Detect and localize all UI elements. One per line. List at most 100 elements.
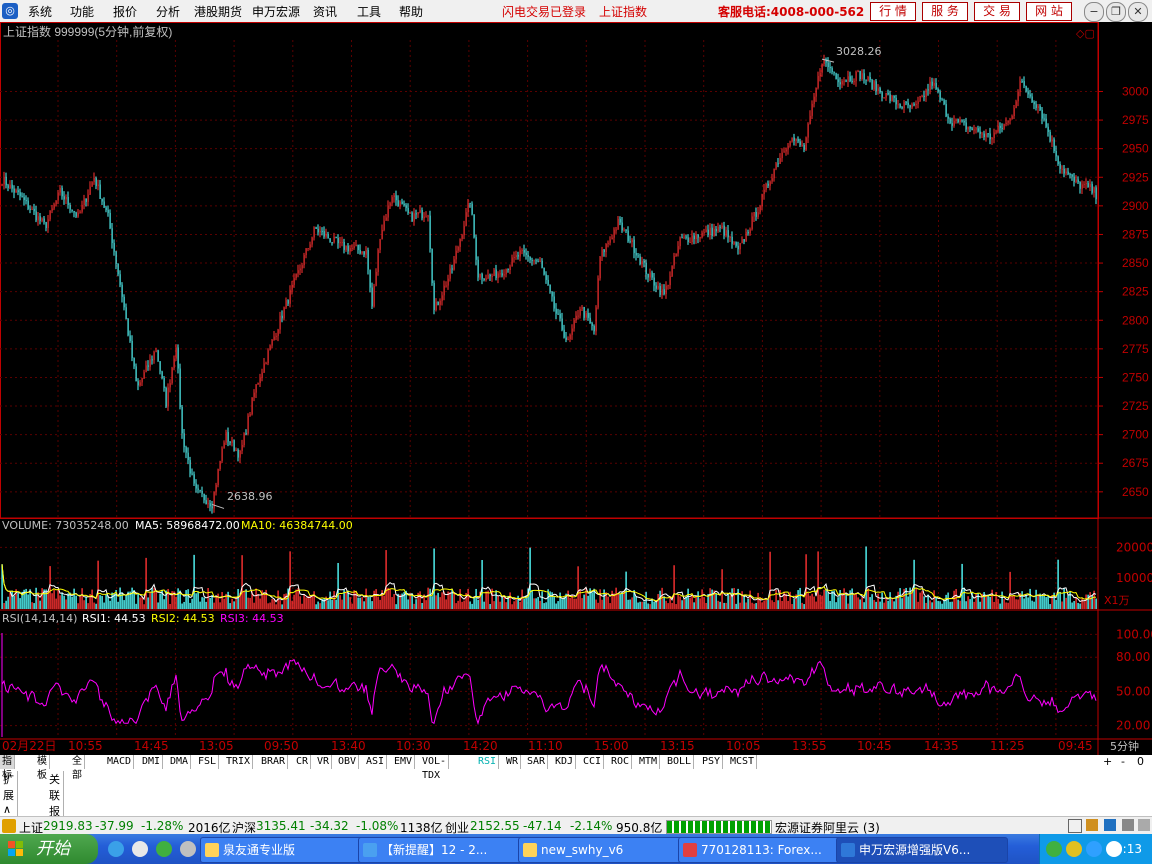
indicator-tab-vol-tdx[interactable]: VOL-TDX [420,755,450,781]
volume-bar [445,599,447,609]
task-swhy-folder[interactable]: new_swhy_v6 [518,837,690,863]
indicator-tab-dmi[interactable]: DMI [140,755,164,769]
candle-body [323,231,325,237]
volume-bar [643,601,645,609]
indicator-tab-obv[interactable]: OBV [336,755,360,769]
zoom-in-button[interactable]: + [1103,755,1112,768]
start-button[interactable]: 开始 [0,834,98,864]
volume-bar [855,592,857,609]
candle-body [317,228,319,233]
website-button[interactable]: 网 站 [1026,2,1072,21]
candle-body [743,239,745,242]
settings-icon[interactable] [1138,819,1150,831]
max-price-label: 3028.26 [836,45,882,58]
menu-item-hk-futures[interactable]: 港股期货 [194,3,242,20]
ie-icon[interactable] [108,841,124,857]
indicator-tab-sar[interactable]: SAR [525,755,549,769]
browser-icon[interactable] [132,841,148,857]
kline-chart[interactable]: 上证指数 999999(5分钟,前复权) ◇▢ 3028.26 2638.96 … [0,22,1152,755]
indicator-tab-cr[interactable]: CR [294,755,312,769]
task-reminder[interactable]: 【新提醒】12 - 2... [358,837,530,863]
alarm-icon[interactable] [1086,819,1098,831]
menu-item-system[interactable]: 系统 [28,3,52,20]
minimize-icon[interactable]: − [1084,2,1104,22]
candle-body [903,102,905,109]
volume-bar [735,603,737,609]
market-button[interactable]: 行 情 [870,2,916,21]
indicator-tab-trix[interactable]: TRIX [224,755,254,769]
volume-bar [1011,595,1013,609]
indicator-tab-vr[interactable]: VR [315,755,333,769]
candle-body [7,185,9,189]
candle-body [237,449,239,458]
task-swhy-app[interactable]: 申万宏源增强版V6... [836,837,1008,863]
volume-bar [797,590,799,609]
volume-bar [305,597,307,609]
volume-legend-label: VOLUME: 73035248.00 [2,519,129,532]
menu-item-swhy[interactable]: 申万宏源 [252,3,300,20]
status-bell-icon[interactable] [2,819,16,833]
period-label[interactable]: 5分钟 [1110,739,1139,753]
indicator-tab-boll[interactable]: BOLL [665,755,695,769]
volume-bar [297,588,299,609]
volume-bar [693,602,695,609]
reset-zoom-button[interactable]: 0 [1137,755,1144,768]
indicator-tab-macd[interactable]: MACD [105,755,135,769]
restore-icon[interactable]: ❐ [1106,2,1126,22]
indicator-tab-asi[interactable]: ASI [364,755,388,769]
message-icon[interactable] [1104,819,1116,831]
chart-area[interactable]: 上证指数 999999(5分钟,前复权) ◇▢ 3028.26 2638.96 … [0,22,1152,755]
candle-body [435,301,437,311]
indicator-tab-brar[interactable]: BRAR [259,755,289,769]
indicator-tab-emv[interactable]: EMV [392,755,416,769]
candle-body [325,233,327,237]
indicator-tab-dma[interactable]: DMA [168,755,192,769]
trade-button[interactable]: 交 易 [974,2,1020,21]
candle-body [195,483,197,489]
candle-body [137,381,139,386]
menu-item-tools[interactable]: 工具 [357,3,381,20]
tray-network-icon[interactable] [1066,841,1082,857]
candle-body [345,245,347,250]
indicator-tab-mtm[interactable]: MTM [637,755,661,769]
keyboard-icon[interactable] [1068,819,1082,833]
volume-bar [163,599,165,609]
menu-item-news[interactable]: 资讯 [313,3,337,20]
zoom-out-button[interactable]: - [1121,755,1125,768]
indicator-tab-rsi[interactable]: RSI [476,755,500,769]
menu-item-function[interactable]: 功能 [70,3,94,20]
candle-body [489,274,491,277]
indicator-tab-psy[interactable]: PSY [700,755,724,769]
task-forex[interactable]: 770128113: Forex... [678,837,850,863]
task-quanyoutong[interactable]: 泉友通专业版 [200,837,372,863]
indicator-tab-cci[interactable]: CCI [581,755,605,769]
tray-shield-icon[interactable] [1086,841,1102,857]
candle-body [363,251,365,255]
candle-body [327,233,329,239]
lock-icon[interactable] [1122,819,1134,831]
indicator-tab-全部[interactable]: 全部 [70,755,85,781]
indicator-tab-mcst[interactable]: MCST [728,755,758,769]
candle-body [793,137,795,141]
indicator-tab-wr[interactable]: WR [504,755,522,769]
menu-item-quote[interactable]: 报价 [113,3,137,20]
indicator-tab-kdj[interactable]: KDJ [553,755,577,769]
show-desktop-icon[interactable] [180,841,196,857]
candle-body [1053,139,1055,151]
menu-item-help[interactable]: 帮助 [399,3,423,20]
tray-green-icon[interactable] [1046,841,1062,857]
hs-index-change: -34.32 [310,819,349,833]
menu-item-analysis[interactable]: 分析 [156,3,180,20]
indicator-tab-模板[interactable]: 模板 [35,755,50,781]
chart-options-icon[interactable]: ◇▢ [1076,27,1095,40]
expand-tab[interactable]: 扩展∧ [0,771,18,816]
indicator-tab-roc[interactable]: ROC [609,755,633,769]
candle-body [105,207,107,210]
refresh-icon[interactable] [156,841,172,857]
close-icon[interactable]: ✕ [1128,2,1148,22]
indicator-tab-fsl[interactable]: FSL [196,755,220,769]
candle-body [1035,104,1037,108]
volume-bar [437,592,439,609]
service-button[interactable]: 服 务 [922,2,968,21]
indicator-tab-指标[interactable]: 指标 [0,755,15,781]
